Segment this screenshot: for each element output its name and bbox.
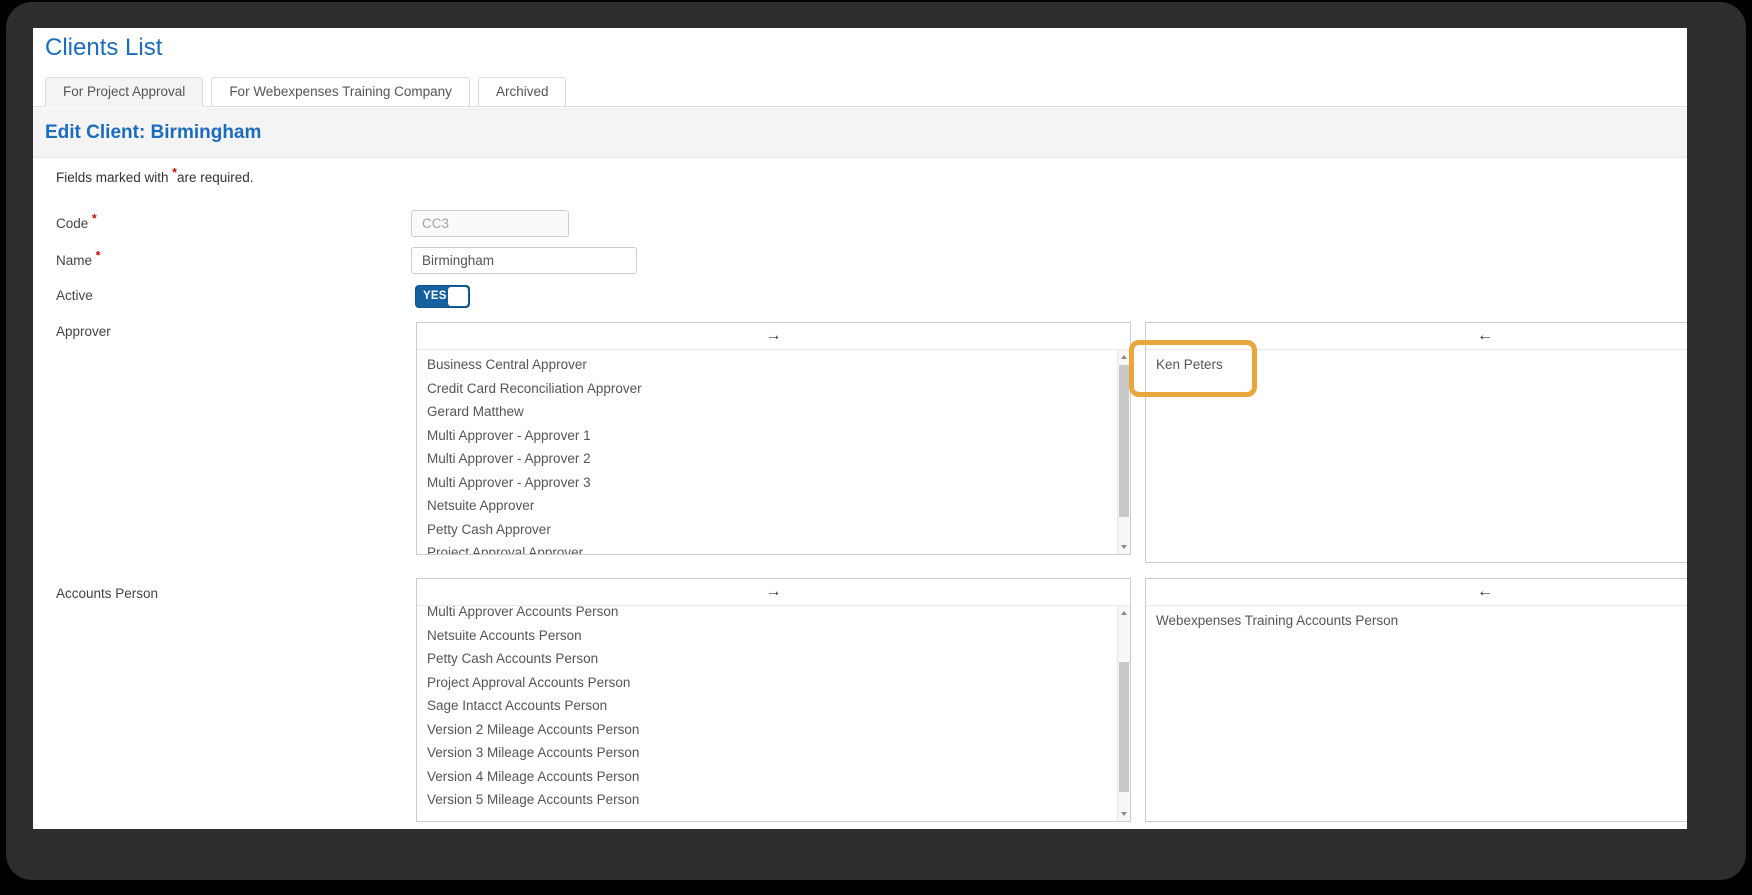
arrow-right-icon: → — [766, 582, 782, 602]
required-asterisk-icon: * — [92, 212, 97, 226]
arrow-left-icon: ← — [1477, 582, 1493, 602]
approver-available-panel: → Business Central ApproverCredit Card R… — [416, 322, 1131, 555]
tab-for-webexpenses-training-company[interactable]: For Webexpenses Training Company — [211, 77, 470, 107]
approver-selected-list: Ken Peters — [1146, 350, 1687, 562]
arrow-left-icon: ← — [1477, 326, 1493, 346]
approver-move-right-button[interactable]: → — [417, 323, 1130, 350]
accounts-person-available-list: Multi Approver Accounts PersonNetsuite A… — [417, 606, 1116, 821]
accounts-person-selected-list: Webexpenses Training Accounts Person — [1146, 606, 1687, 821]
list-item[interactable]: Gerard Matthew — [417, 400, 1116, 424]
approver-selected-panel: ← Ken Peters — [1145, 322, 1687, 563]
approver-available-list: Business Central ApproverCredit Card Rec… — [417, 350, 1116, 554]
tab-for-project-approval[interactable]: For Project Approval — [45, 77, 203, 107]
tab-archived[interactable]: Archived — [478, 77, 567, 107]
accounts-person-scrollbar[interactable] — [1117, 606, 1130, 821]
approver-move-left-button[interactable]: ← — [1146, 323, 1687, 350]
list-item[interactable]: Netsuite Approver — [417, 494, 1116, 518]
list-item[interactable]: Multi Approver Accounts Person — [417, 606, 1116, 624]
list-item[interactable]: Project Approval Approver — [417, 541, 1116, 554]
active-toggle[interactable]: YES — [415, 285, 470, 308]
scrollbar-down-button[interactable] — [1118, 808, 1130, 820]
code-field-label: Code * — [56, 216, 97, 231]
list-item[interactable]: Version 5 Mileage Accounts Person — [417, 788, 1116, 812]
accounts-person-move-right-button[interactable]: → — [417, 579, 1130, 606]
list-item[interactable]: Petty Cash Approver — [417, 518, 1116, 542]
list-item[interactable]: Sage Intacct Accounts Person — [417, 694, 1116, 718]
triangle-down-icon — [1121, 545, 1127, 549]
clients-page: Clients List For Project Approval For We… — [33, 28, 1687, 829]
tab-bar: For Project Approval For Webexpenses Tra… — [33, 78, 1687, 107]
list-item[interactable]: Version 3 Mileage Accounts Person — [417, 741, 1116, 765]
scrollbar-up-button[interactable] — [1118, 607, 1130, 619]
list-item[interactable]: Multi Approver - Approver 2 — [417, 447, 1116, 471]
list-item[interactable]: Version 4 Mileage Accounts Person — [417, 765, 1116, 789]
list-item[interactable]: Multi Approver - Approver 3 — [417, 471, 1116, 495]
required-note: Fields marked with *are required. — [56, 170, 254, 185]
accounts-person-field-label: Accounts Person — [56, 586, 158, 601]
list-item[interactable]: Credit Card Reconciliation Approver — [417, 377, 1116, 401]
scrollbar-thumb[interactable] — [1119, 365, 1129, 517]
list-item[interactable]: Netsuite Accounts Person — [417, 624, 1116, 648]
name-field-label: Name * — [56, 253, 100, 268]
browser-frame: Clients List For Project Approval For We… — [6, 2, 1746, 880]
scrollbar-down-button[interactable] — [1118, 541, 1130, 553]
triangle-up-icon — [1121, 611, 1127, 615]
required-asterisk-icon: * — [96, 249, 101, 263]
list-item[interactable]: Business Central Approver — [417, 353, 1116, 377]
list-item[interactable]: Petty Cash Accounts Person — [417, 647, 1116, 671]
code-input[interactable] — [411, 210, 569, 237]
list-item[interactable]: Version 2 Mileage Accounts Person — [417, 718, 1116, 742]
name-input[interactable] — [411, 247, 637, 274]
arrow-right-icon: → — [766, 326, 782, 346]
list-item[interactable]: Multi Approver - Approver 1 — [417, 424, 1116, 448]
accounts-person-selected-panel: ← Webexpenses Training Accounts Person — [1145, 578, 1687, 822]
approver-field-label: Approver — [56, 324, 111, 339]
scrollbar-up-button[interactable] — [1118, 351, 1130, 363]
accounts-person-move-left-button[interactable]: ← — [1146, 579, 1687, 606]
toggle-state-label: YES — [423, 290, 447, 302]
triangle-down-icon — [1121, 812, 1127, 816]
approver-scrollbar[interactable] — [1117, 350, 1130, 554]
triangle-up-icon — [1121, 355, 1127, 359]
accounts-person-available-panel: → Multi Approver Accounts PersonNetsuite… — [416, 578, 1131, 822]
list-item[interactable]: Project Approval Accounts Person — [417, 671, 1116, 695]
page-title: Clients List — [45, 34, 162, 62]
active-field-label: Active — [56, 288, 93, 303]
toggle-knob-icon — [448, 287, 468, 306]
section-header: Edit Client: Birmingham — [33, 108, 1687, 158]
list-item[interactable]: Webexpenses Training Accounts Person — [1146, 609, 1687, 633]
list-item[interactable]: Ken Peters — [1146, 353, 1687, 377]
scrollbar-thumb[interactable] — [1119, 662, 1129, 792]
section-heading: Edit Client: Birmingham — [45, 122, 261, 144]
